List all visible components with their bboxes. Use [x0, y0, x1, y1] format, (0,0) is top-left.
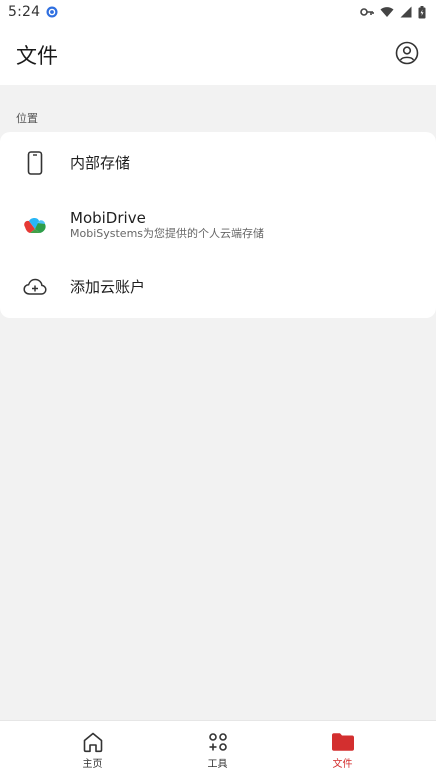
status-bar: 5:24 — [0, 0, 436, 24]
wifi-icon — [380, 6, 394, 18]
battery-icon — [418, 5, 426, 19]
status-right — [360, 5, 426, 19]
cloud-add-icon — [22, 274, 48, 300]
location-text: 内部存储 — [70, 154, 130, 172]
locations-card: 内部存储 MobiDrive MobiSystems为您提供的个人云端存储 添加… — [0, 132, 436, 318]
bottom-nav: 主页 工具 文件 — [0, 720, 436, 775]
nav-home[interactable]: 主页 — [20, 721, 165, 775]
key-icon — [360, 7, 374, 17]
location-title: 添加云账户 — [70, 278, 146, 296]
location-mobidrive[interactable]: MobiDrive MobiSystems为您提供的个人云端存储 — [0, 194, 436, 256]
phone-icon — [22, 150, 48, 176]
folder-icon — [331, 730, 355, 754]
location-title: 内部存储 — [70, 154, 131, 172]
nav-files[interactable]: 文件 — [270, 721, 415, 775]
nav-label: 文件 — [332, 758, 353, 770]
app-bar: 文件 — [0, 24, 436, 85]
location-subtitle: MobiSystems为您提供的个人云端存储 — [70, 227, 265, 240]
location-text: MobiDrive MobiSystems为您提供的个人云端存储 — [70, 209, 264, 241]
section-label-locations: 位置 — [16, 112, 38, 125]
account-button[interactable] — [394, 41, 420, 69]
location-internal-storage[interactable]: 内部存储 — [0, 132, 436, 194]
location-add-cloud-account[interactable]: 添加云账户 — [0, 256, 436, 318]
notification-app-icon — [46, 3, 58, 22]
nav-tools[interactable]: 工具 — [145, 721, 290, 775]
mobidrive-logo-icon — [22, 212, 48, 238]
location-title: MobiDrive — [70, 209, 146, 227]
status-time: 5:24 — [8, 4, 41, 20]
account-circle-icon — [395, 41, 419, 69]
home-icon — [81, 730, 105, 754]
nav-label: 主页 — [82, 758, 103, 770]
signal-icon — [400, 6, 412, 18]
tools-icon — [206, 730, 230, 754]
page-title: 文件 — [16, 43, 58, 68]
location-text: 添加云账户 — [70, 278, 145, 296]
nav-label: 工具 — [207, 758, 228, 770]
status-left: 5:24 — [8, 3, 58, 22]
